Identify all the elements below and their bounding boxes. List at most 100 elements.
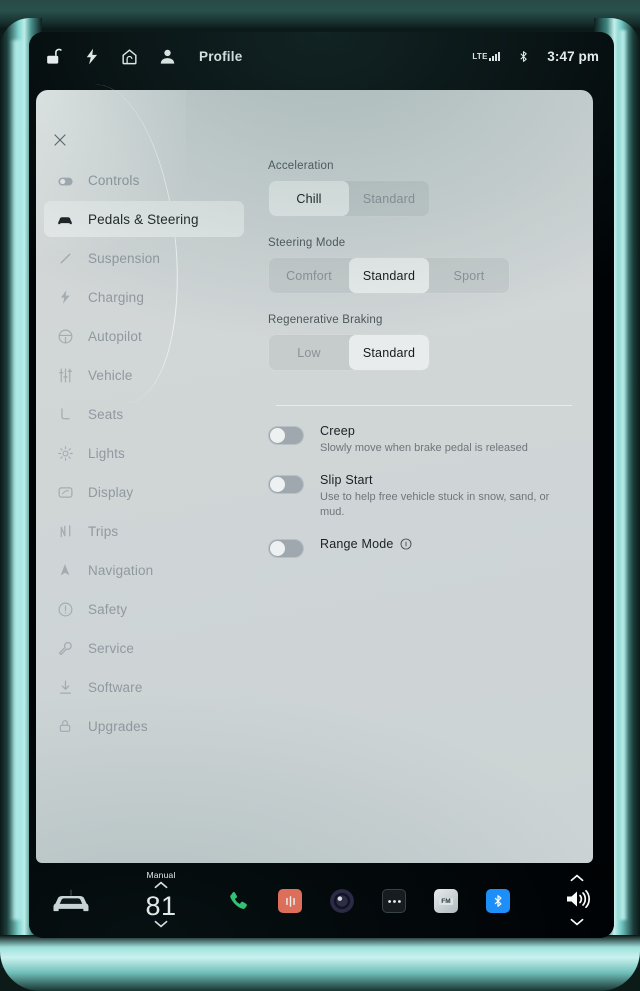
toggle-knob [270,428,285,443]
slip-start-toggle[interactable] [268,474,304,494]
sidebar-item-autopilot[interactable]: Autopilot [44,318,244,354]
acceleration-segmented-control: Chill Standard [268,180,430,217]
sidebar-item-charging[interactable]: Charging [44,279,244,315]
glare-right [618,30,628,920]
camera-icon[interactable] [327,886,357,916]
creep-toggle[interactable] [268,426,304,445]
signal-bars-icon [489,52,501,61]
acceleration-option-chill[interactable]: Chill [269,181,349,216]
bluetooth-tile [486,889,510,913]
chevron-up-icon[interactable] [129,881,193,892]
climate-mode-label: Manual [146,869,176,880]
toggle-knob [270,540,285,556]
vehicle-touchscreen: Profile LTE 3:47 pm Controls Pedals & St… [29,32,614,938]
toggle-icon [56,172,74,189]
bluetooth-icon[interactable] [483,886,513,916]
status-bar: Profile LTE 3:47 pm [29,32,614,81]
car-front-icon[interactable] [51,888,91,914]
sidebar-item-label: Vehicle [88,367,133,383]
sidebar-item-label: Safety [88,601,128,617]
sidebar-item-controls[interactable]: Controls [44,162,244,198]
phone-icon[interactable] [223,886,253,916]
steering-mode-option-sport[interactable]: Sport [429,258,509,293]
status-bar-right: LTE 3:47 pm [472,48,614,65]
unlock-icon[interactable] [44,47,63,66]
road-icon [56,523,74,540]
fm-radio-icon[interactable]: FM [431,886,461,916]
settings-content: Acceleration Chill Standard Steering Mod… [268,160,578,575]
sidebar-item-label: Charging [88,289,144,305]
sidebar-item-suspension[interactable]: Suspension [44,240,244,276]
range-mode-text: Range Mode [320,537,412,551]
chevron-down-icon[interactable] [569,918,585,929]
bezel-bottom [0,935,640,991]
media-tile [278,889,302,913]
regenerative-braking-option-standard[interactable]: Standard [349,335,429,370]
media-icon[interactable] [275,886,305,916]
taskbar: Manual 81 FM [29,864,614,938]
bolt-icon[interactable] [82,47,101,66]
clock-label: 3:47 pm [547,49,599,64]
car-icon [56,210,74,228]
volume-control[interactable] [562,874,592,929]
sidebar-item-seats[interactable]: Seats [44,396,244,432]
sidebar-item-label: Upgrades [88,718,148,734]
setting-row-slip-start: Slip Start Use to help free vehicle stuc… [268,473,578,520]
sidebar-item-lights[interactable]: Lights [44,435,244,471]
acceleration-option-standard[interactable]: Standard [349,181,429,216]
steering-mode-option-standard[interactable]: Standard [349,258,429,293]
chevron-down-icon[interactable] [129,920,193,931]
profile-label[interactable]: Profile [199,49,242,64]
sidebar-item-upgrades[interactable]: Upgrades [44,708,244,744]
sidebar-item-service[interactable]: Service [44,630,244,666]
taskbar-apps: FM [223,886,513,916]
person-icon[interactable] [158,47,177,66]
creep-text: Creep Slowly move when brake pedal is re… [320,424,528,456]
more-tile [382,889,406,913]
lock-icon [56,718,74,734]
close-icon[interactable] [52,132,68,148]
photo-of-car-screen: Profile LTE 3:47 pm Controls Pedals & St… [0,0,640,991]
climate-temperature: 81 [145,891,177,922]
chevron-up-icon[interactable] [569,874,585,885]
navigation-icon [56,562,74,578]
regenerative-braking-option-low[interactable]: Low [269,335,349,370]
sliders-icon [56,367,74,384]
settings-panel: Controls Pedals & Steering Suspension Ch… [29,78,593,863]
steering-mode-segmented-control: Comfort Standard Sport [268,257,510,294]
acceleration-title: Acceleration [268,160,334,172]
sidebar-item-label: Seats [88,406,124,422]
creep-description: Slowly move when brake pedal is released [320,442,528,454]
sidebar-item-pedals-and-steering[interactable]: Pedals & Steering [44,201,244,237]
speaker-icon[interactable] [562,887,592,916]
climate-control[interactable]: Manual 81 [129,871,193,932]
info-icon[interactable] [400,538,412,550]
seat-icon [56,406,74,423]
sidebar-item-vehicle[interactable]: Vehicle [44,357,244,393]
range-mode-title: Range Mode [320,536,394,551]
steering-mode-option-comfort[interactable]: Comfort [269,258,349,293]
sidebar-item-display[interactable]: Display [44,474,244,510]
sidebar-item-label: Trips [88,523,119,539]
range-mode-title-row: Range Mode [320,537,412,551]
toggle-knob [270,476,285,492]
sidebar-item-safety[interactable]: Safety [44,591,244,627]
bluetooth-icon[interactable] [517,48,530,65]
sidebar-item-trips[interactable]: Trips [44,513,244,549]
wrench-icon [56,640,74,657]
bezel-top [0,0,640,30]
network-type-label: LTE [472,52,488,61]
sidebar-item-navigation[interactable]: Navigation [44,552,244,588]
fm-label: FM [439,897,453,905]
creep-title: Creep [320,424,356,438]
more-dots-icon[interactable] [379,886,409,916]
status-bar-left: Profile [29,47,242,66]
setting-row-creep: Creep Slowly move when brake pedal is re… [268,424,578,456]
sidebar-item-software[interactable]: Software [44,669,244,705]
sidebar-item-label: Autopilot [88,328,142,344]
range-mode-toggle[interactable] [268,538,304,558]
slip-start-description: Use to help free vehicle stuck in snow, … [320,490,550,518]
sidebar-item-label: Display [88,484,134,500]
home-icon[interactable] [120,47,139,66]
sidebar-item-label: Software [88,679,143,695]
